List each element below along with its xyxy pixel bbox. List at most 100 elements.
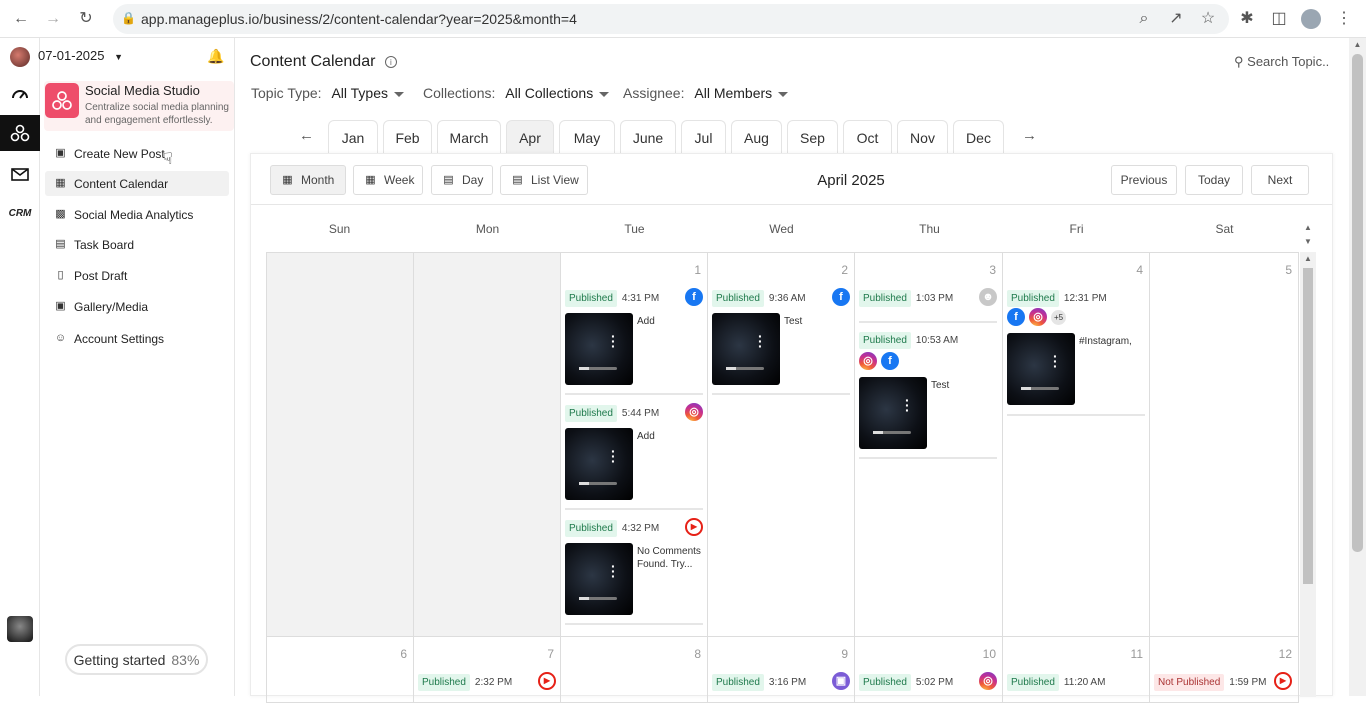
share-icon[interactable]: ↗: [1166, 9, 1186, 29]
sidebar-item-task-board[interactable]: ▤ Task Board: [45, 232, 229, 257]
previous-button[interactable]: Previous: [1111, 165, 1177, 195]
address-bar[interactable]: 🔒 app.manageplus.io/business/2/content-c…: [113, 4, 1229, 34]
email-marketing-icon[interactable]: [0, 156, 40, 192]
month-tab-aug[interactable]: Aug: [731, 120, 782, 154]
day-cell-7[interactable]: 7 Published 2:32 PM ▶: [414, 637, 561, 703]
next-month-arrow[interactable]: →: [1022, 127, 1037, 144]
back-icon[interactable]: ←: [11, 9, 31, 29]
day-cell-11[interactable]: 11 Published 11:20 AM: [1003, 637, 1150, 703]
month-tab-jan[interactable]: Jan: [328, 120, 378, 154]
day-cell-2[interactable]: 2 Published 9:36 AM f · · · Test: [708, 253, 855, 637]
month-tab-may[interactable]: May: [559, 120, 615, 154]
month-tab-oct[interactable]: Oct: [843, 120, 892, 154]
sidebar-item-gallery-media[interactable]: ▣ Gallery/Media: [45, 294, 229, 319]
post-thumbnail[interactable]: · · ·: [859, 377, 927, 449]
more-platforms-badge[interactable]: +5: [1051, 309, 1066, 325]
youtube-icon: ▶: [538, 672, 556, 690]
date-selector[interactable]: 07-01-2025 ▼: [38, 48, 123, 63]
header-scroll-arrows[interactable]: ▲ ▼: [1300, 221, 1316, 251]
month-tab-dec[interactable]: Dec: [953, 120, 1004, 154]
day-cell-4[interactable]: 4 Published 12:31 PM f ◎ +5 · · · #Instagra…: [1003, 253, 1150, 637]
twitch-icon: ▣: [832, 672, 850, 690]
caret-down-icon: [394, 91, 404, 97]
collections-filter[interactable]: Collections: All Collections: [423, 85, 610, 101]
grid-scrollbar[interactable]: ▲: [1300, 252, 1316, 697]
facebook-icon: f: [832, 288, 850, 306]
browser-menu-icon[interactable]: ⋮: [1334, 9, 1354, 29]
day-cell-1[interactable]: 1 Published 4:31 PM f · · · Add Published 5:…: [561, 253, 708, 637]
dashboard-icon[interactable]: [0, 76, 40, 112]
post-card[interactable]: Published 5:44 PM ◎ · · · Add: [565, 403, 703, 503]
profile-avatar[interactable]: [1301, 9, 1321, 29]
month-tab-nov[interactable]: Nov: [897, 120, 948, 154]
post-thumbnail[interactable]: · · ·: [565, 543, 633, 615]
month-tab-apr[interactable]: Apr: [506, 120, 554, 154]
bell-icon[interactable]: 🔔: [207, 48, 224, 65]
extensions-icon[interactable]: ✱: [1237, 9, 1257, 29]
day-cell-5[interactable]: 5: [1150, 253, 1299, 637]
day-cell-9[interactable]: 9 Published 3:16 PM ▣: [708, 637, 855, 703]
day-cell-8[interactable]: 8: [561, 637, 708, 703]
next-button[interactable]: Next: [1251, 165, 1309, 195]
grid-scroll-thumb[interactable]: [1303, 268, 1313, 584]
view-day-button[interactable]: ▤ Day: [431, 165, 493, 195]
post-card[interactable]: Published 10:53 AM ◎ f · · · Test: [859, 330, 997, 450]
post-thumbnail[interactable]: · · ·: [1007, 333, 1075, 405]
info-icon[interactable]: i: [384, 56, 397, 68]
search-topic[interactable]: ⚲ Search Topic..: [1234, 54, 1329, 70]
post-card[interactable]: Published 9:36 AM f · · · Test: [712, 288, 850, 388]
month-tab-sep[interactable]: Sep: [787, 120, 838, 154]
sidebar-item-account-settings[interactable]: ☺ Account Settings: [45, 326, 229, 351]
view-week-button[interactable]: ▦ Week: [353, 165, 423, 195]
business-avatar[interactable]: [10, 47, 30, 67]
post-thumbnail[interactable]: · · ·: [565, 428, 633, 500]
bookmark-star-icon[interactable]: ☆: [1198, 9, 1218, 29]
post-card[interactable]: Published 5:02 PM ◎: [859, 672, 997, 694]
month-tab-jul[interactable]: Jul: [681, 120, 726, 154]
topic-type-filter[interactable]: Topic Type: All Types: [251, 85, 404, 101]
crm-icon[interactable]: CRM: [0, 195, 40, 231]
url-text[interactable]: app.manageplus.io/business/2/content-cal…: [141, 11, 577, 27]
list-view-icon: ▤: [512, 173, 523, 186]
post-card[interactable]: Published 11:20 AM: [1007, 672, 1145, 694]
side-panel-icon[interactable]: ◫: [1269, 9, 1289, 29]
month-tab-feb[interactable]: Feb: [383, 120, 432, 154]
day-cell-10[interactable]: 10 Published 5:02 PM ◎: [855, 637, 1003, 703]
forward-icon[interactable]: →: [43, 9, 63, 29]
reload-icon[interactable]: ↻: [76, 9, 96, 29]
post-card[interactable]: Published 4:32 PM ▶ · · · No Comments Found…: [565, 518, 703, 618]
view-month-button[interactable]: ▦ Month: [270, 165, 346, 195]
getting-started-button[interactable]: Getting started 83%: [65, 644, 208, 675]
post-card[interactable]: Published 1:03 PM ☻: [859, 288, 997, 318]
caret-down-icon: [778, 91, 789, 97]
day-cell-12[interactable]: 12 Not Published 1:59 PM ▶: [1150, 637, 1299, 703]
scroll-up-arrow[interactable]: ▲: [1300, 254, 1316, 263]
social-studio-icon[interactable]: [0, 115, 40, 151]
prev-month-arrow[interactable]: ←: [299, 127, 314, 144]
day-cell-3[interactable]: 3 Published 1:03 PM ☻ Published 10:53 AM ◎…: [855, 253, 1003, 637]
post-card[interactable]: Published 12:31 PM f ◎ +5 · · · #Instagram,: [1007, 288, 1145, 408]
user-avatar[interactable]: [0, 611, 40, 647]
month-tab-june[interactable]: June: [620, 120, 676, 154]
zoom-icon[interactable]: ⌕: [1134, 9, 1154, 29]
post-card[interactable]: Not Published 1:59 PM ▶: [1154, 672, 1292, 694]
browser-toolbar: ← → ↻ 🔒 app.manageplus.io/business/2/con…: [0, 0, 1366, 38]
sidebar-item-post-draft[interactable]: ▯ Post Draft: [45, 263, 229, 288]
page-scrollbar[interactable]: ▲: [1349, 38, 1366, 696]
view-list-button[interactable]: ▤ List View: [500, 165, 588, 195]
post-card[interactable]: Published 4:31 PM f · · · Add: [565, 288, 703, 388]
assignee-filter[interactable]: Assignee: All Members: [623, 85, 789, 101]
post-card[interactable]: Published 3:16 PM ▣: [712, 672, 850, 694]
sidebar-item-create-new-post[interactable]: ▣ Create New Post: [45, 141, 229, 166]
today-button[interactable]: Today: [1185, 165, 1243, 195]
page-scroll-thumb[interactable]: [1352, 54, 1363, 552]
post-thumbnail[interactable]: · · ·: [712, 313, 780, 385]
sidebar-item-social-media-analytics[interactable]: ▩ Social Media Analytics: [45, 202, 229, 227]
week-view-icon: ▦: [365, 173, 376, 186]
page-scroll-up-arrow[interactable]: ▲: [1349, 40, 1366, 49]
month-tab-march[interactable]: March: [437, 120, 501, 154]
day-cell-6[interactable]: 6: [266, 637, 414, 703]
post-thumbnail[interactable]: · · ·: [565, 313, 633, 385]
post-card[interactable]: Published 2:32 PM ▶: [418, 672, 556, 694]
sidebar-item-content-calendar[interactable]: ▦ Content Calendar: [45, 171, 229, 196]
